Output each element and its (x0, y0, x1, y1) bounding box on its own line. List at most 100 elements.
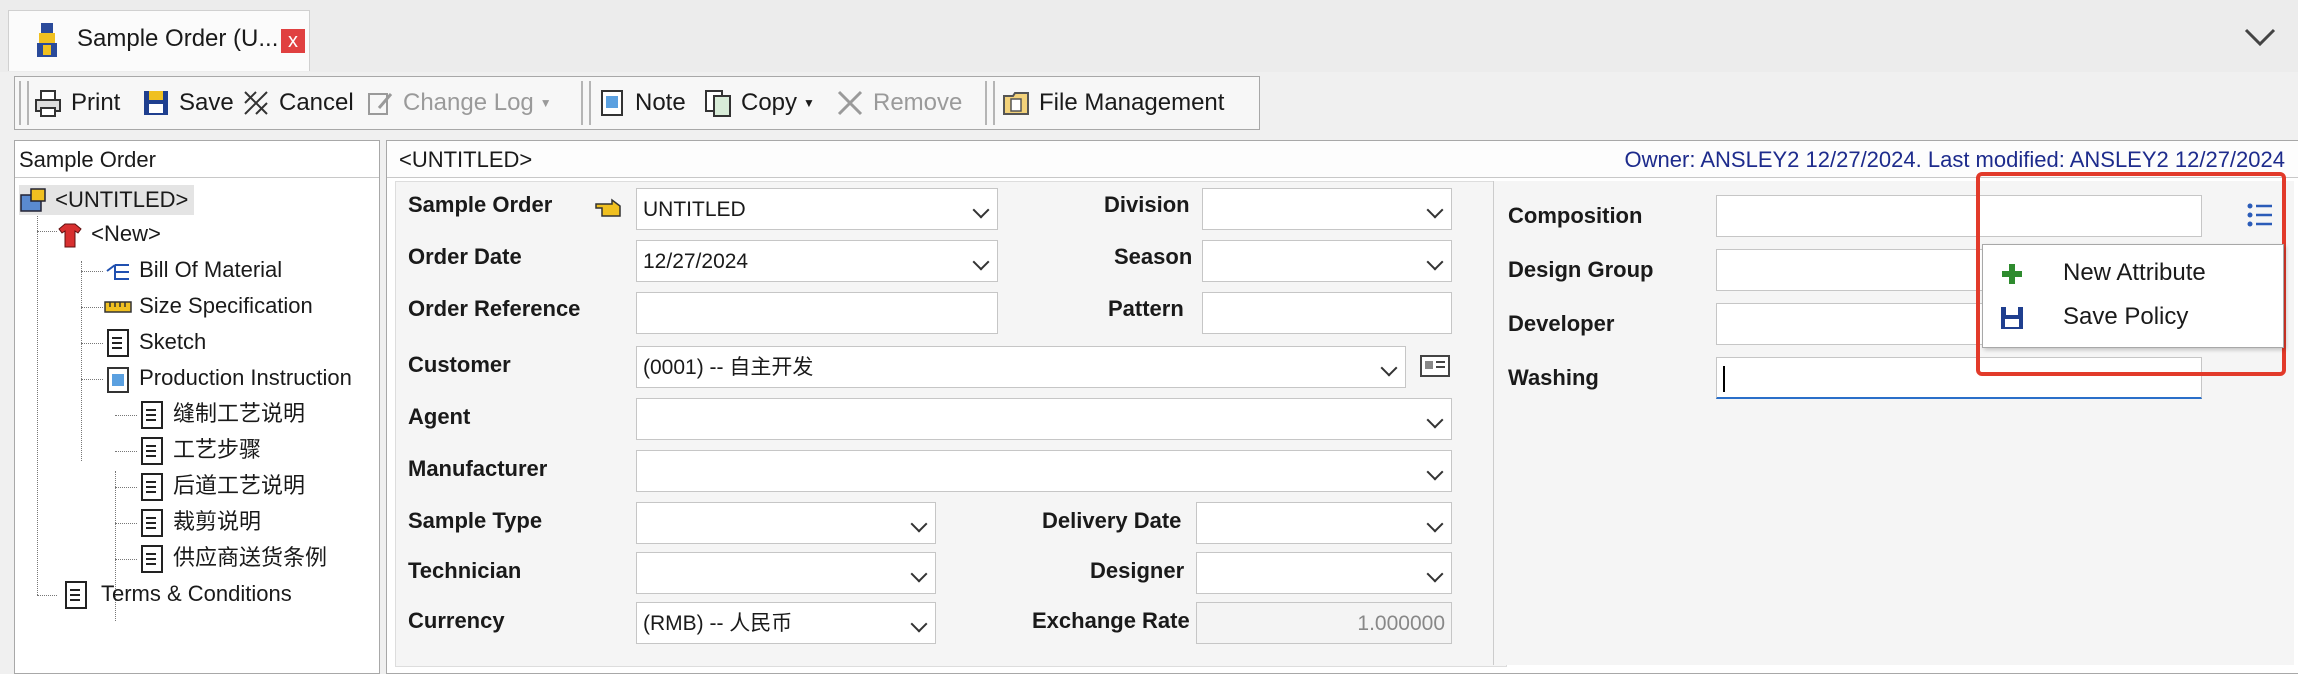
tree-item-prod-child[interactable]: 缝制工艺说明 (139, 399, 305, 429)
chevron-down-icon[interactable] (1426, 463, 1444, 481)
washing-label: Washing (1508, 365, 1599, 390)
pattern-field[interactable] (1202, 292, 1452, 334)
tree-item-prod-child[interactable]: 工艺步骤 (139, 435, 261, 465)
tree-item-prod-child[interactable]: 后道工艺说明 (139, 471, 305, 501)
sample-order-icon (37, 23, 57, 57)
tree-item-prod-child[interactable]: 裁剪说明 (139, 507, 261, 537)
agent-field[interactable] (636, 398, 1452, 440)
customer-card-icon[interactable] (1418, 352, 1452, 380)
developer-label: Developer (1508, 311, 1615, 336)
tree-item-label: 裁剪说明 (173, 509, 262, 534)
tree-item-label: <New> (91, 221, 161, 246)
tree-item-label: Terms & Conditions (101, 581, 292, 606)
tree-item-bill-of-material[interactable]: Bill Of Material (103, 255, 282, 285)
toolbar-grip[interactable] (581, 81, 591, 125)
chevron-down-icon[interactable] (1380, 359, 1398, 377)
customer-value: (0001) -- 自主开发 (643, 356, 814, 379)
remove-icon (837, 90, 863, 116)
tree-item-label: Production Instruction (139, 365, 352, 390)
menu-item-new-attribute[interactable]: New Attribute (1983, 251, 2283, 295)
tree-item-production-instructions[interactable]: Production Instruction (103, 363, 352, 394)
toolbar-grip[interactable] (985, 81, 995, 125)
pattern-label: Pattern (1108, 296, 1184, 321)
tree-title: Sample Order (19, 147, 156, 172)
technician-field[interactable] (636, 552, 936, 594)
copy-label: Copy (741, 89, 798, 116)
print-button[interactable]: Print (33, 77, 120, 129)
currency-label: Currency (408, 608, 505, 633)
chevron-down-icon[interactable] (910, 515, 928, 533)
tree-item-sketch[interactable]: Sketch (103, 327, 206, 357)
file-management-label: File Management (1039, 89, 1225, 116)
tree-connector (81, 307, 103, 308)
cancel-label: Cancel (279, 89, 354, 116)
order-reference-label: Order Reference (408, 296, 581, 321)
chevron-down-icon[interactable] (1426, 201, 1444, 219)
tree-connector (115, 451, 137, 452)
printer-icon (35, 90, 61, 117)
customer-label: Customer (408, 352, 511, 377)
designer-field[interactable] (1196, 552, 1452, 594)
season-field[interactable] (1202, 240, 1452, 282)
tree-item-label: 工艺步骤 (173, 437, 262, 462)
tree-item-size-specification[interactable]: Size Specification (103, 291, 313, 321)
chevron-down-icon[interactable] (1426, 565, 1444, 583)
tree-connector (81, 271, 103, 272)
order-reference-field[interactable] (636, 292, 998, 334)
currency-field[interactable]: (RMB) -- 人民币 (636, 602, 936, 644)
cancel-button[interactable]: Cancel (241, 77, 354, 129)
chevron-down-icon[interactable] (972, 201, 990, 219)
copy-button[interactable]: Copy ▼ (703, 77, 815, 129)
customer-field[interactable]: (0001) -- 自主开发 (636, 346, 1406, 388)
agent-label: Agent (408, 404, 471, 429)
document-icon (141, 545, 163, 573)
order-date-value: 12/27/2024 (643, 250, 749, 273)
document-tab[interactable]: Sample Order (U... x (8, 10, 310, 71)
tree-item-prod-child[interactable]: 供应商送货条例 (139, 543, 327, 573)
menu-item-save-policy[interactable]: Save Policy (1983, 295, 2283, 339)
chevron-down-icon[interactable] (972, 253, 990, 271)
tree-item-terms[interactable]: Terms & Conditions (61, 579, 292, 609)
design-group-label: Design Group (1508, 257, 1654, 282)
chevron-down-icon[interactable] (910, 615, 928, 633)
tree-connector (81, 343, 103, 344)
garment-icon (58, 223, 82, 248)
chevron-down-icon[interactable] (1426, 253, 1444, 271)
toolbar: Print Save Cancel Change Log ▼ Note Copy… (14, 76, 1260, 130)
note-button[interactable]: Note (597, 77, 686, 129)
menu-item-label: Save Policy (2063, 303, 2189, 330)
save-label: Save (179, 89, 234, 116)
document-icon (65, 581, 87, 609)
chevron-down-icon[interactable] (910, 565, 928, 583)
exchange-rate-field: 1.000000 (1196, 602, 1452, 644)
tree-item-label: Size Specification (139, 293, 313, 318)
text-cursor (1723, 366, 1725, 393)
tree-item-root[interactable]: <UNTITLED> (19, 185, 195, 215)
folder-icon (1003, 92, 1029, 115)
sample-type-field[interactable] (636, 502, 936, 544)
chevron-down-icon[interactable] (1426, 411, 1444, 429)
manufacturer-field[interactable] (636, 450, 1452, 492)
change-log-button[interactable]: Change Log ▼ (365, 77, 552, 129)
tree-item-label: 供应商送货条例 (173, 545, 328, 570)
file-management-button[interactable]: File Management (1001, 77, 1224, 129)
save-button[interactable]: Save (141, 77, 234, 129)
change-log-icon (368, 93, 393, 115)
sample-order-field[interactable]: UNTITLED (636, 188, 998, 230)
pointing-hand-icon[interactable] (594, 196, 626, 220)
floppy-disk-icon (2001, 307, 2023, 329)
toolbar-grip[interactable] (19, 81, 29, 125)
tree-connector (81, 261, 82, 461)
order-date-field[interactable]: 12/27/2024 (636, 240, 998, 282)
chevron-down-icon[interactable] (2240, 22, 2280, 52)
tree-connector (115, 487, 137, 488)
document-icon (141, 473, 163, 501)
division-field[interactable] (1202, 188, 1452, 230)
tree-item-new[interactable]: <New> (55, 219, 161, 249)
document-icon (141, 437, 163, 465)
tab-close-button[interactable]: x (281, 29, 305, 53)
delivery-date-field[interactable] (1196, 502, 1452, 544)
chevron-down-icon[interactable] (1426, 515, 1444, 533)
navigation-tree: Sample Order <UNTITLED> <New> Bill Of Ma… (14, 140, 380, 674)
remove-button[interactable]: Remove (835, 77, 962, 129)
